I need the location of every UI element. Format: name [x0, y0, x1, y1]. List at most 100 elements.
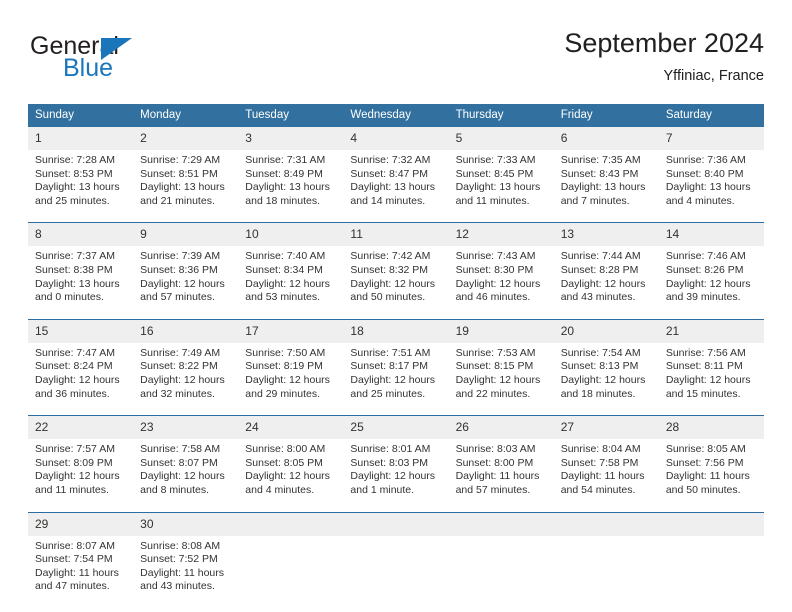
sunrise-text: Sunrise: 8:00 AM: [245, 443, 326, 456]
day-cell[interactable]: 14 Sunrise: 7:46 AM Sunset: 8:26 PM Dayligh…: [658, 222, 764, 307]
day-cell[interactable]: 26 Sunrise: 8:03 AM Sunset: 8:00 PM Dayligh…: [448, 415, 554, 500]
daylight-text-line2: and 46 minutes.: [455, 291, 531, 304]
weekday-header-row: Sunday Monday Tuesday Wednesday Thursday…: [28, 104, 764, 127]
day-details: Sunrise: 7:33 AM Sunset: 8:45 PM Daylight:…: [449, 150, 554, 210]
day-cell[interactable]: 13 Sunrise: 7:44 AM Sunset: 8:28 PM Dayligh…: [553, 222, 659, 307]
daylight-text-line1: Daylight: 12 hours: [560, 373, 646, 386]
day-cell[interactable]: 19 Sunrise: 7:53 AM Sunset: 8:15 PM Dayligh…: [448, 318, 554, 404]
sunset-text: Sunset: 8:45 PM: [455, 167, 534, 180]
day-number: 14: [658, 223, 764, 247]
day-cell[interactable]: 8 Sunrise: 7:37 AM Sunset: 8:38 PM Daylight…: [28, 222, 134, 307]
daylight-text-line1: Daylight: 12 hours: [35, 470, 120, 483]
weekday-header-sunday: Sunday: [28, 104, 134, 127]
daylight-text-line1: Daylight: 13 hours: [455, 181, 541, 194]
daylight-text-line2: and 57 minutes.: [140, 291, 215, 304]
day-cell[interactable]: 24 Sunrise: 8:00 AM Sunset: 8:05 PM Dayligh…: [238, 415, 344, 500]
daylight-text-line1: Daylight: 12 hours: [245, 373, 330, 386]
day-cell[interactable]: 3 Sunrise: 7:31 AM Sunset: 8:49 PM Daylight…: [238, 127, 344, 211]
week-row: 29 Sunrise: 8:07 AM Sunset: 7:54 PM Dayligh…: [28, 511, 764, 596]
week-spacer: [28, 210, 764, 223]
day-cell-empty: [448, 511, 554, 596]
day-cell[interactable]: 6 Sunrise: 7:35 AM Sunset: 8:43 PM Daylight…: [553, 127, 659, 211]
sunrise-text: Sunrise: 7:57 AM: [35, 443, 115, 456]
sunrise-text: Sunrise: 7:33 AM: [455, 154, 536, 166]
day-cell[interactable]: 25 Sunrise: 8:01 AM Sunset: 8:03 PM Dayligh…: [343, 415, 449, 500]
sunset-text: Sunset: 8:17 PM: [350, 360, 429, 373]
day-number: [448, 512, 554, 536]
daylight-text-line1: Daylight: 12 hours: [245, 470, 330, 483]
day-cell[interactable]: 28 Sunrise: 8:05 AM Sunset: 7:56 PM Dayligh…: [658, 415, 764, 500]
day-cell[interactable]: 30 Sunrise: 8:08 AM Sunset: 7:52 PM Dayligh…: [133, 511, 239, 596]
day-number: 3: [238, 127, 344, 150]
week-spacer: [28, 403, 764, 416]
daylight-text-line1: Daylight: 12 hours: [350, 373, 436, 386]
day-details: Sunrise: 7:43 AM Sunset: 8:30 PM Daylight:…: [449, 246, 554, 306]
day-details: Sunrise: 7:46 AM Sunset: 8:26 PM Daylight:…: [659, 246, 764, 306]
sunrise-text: Sunrise: 8:01 AM: [350, 443, 431, 456]
day-cell[interactable]: 23 Sunrise: 7:58 AM Sunset: 8:07 PM Dayligh…: [133, 415, 239, 500]
day-number: 5: [448, 127, 554, 150]
day-cell-empty: [553, 511, 659, 596]
sunset-text: Sunset: 8:11 PM: [665, 360, 743, 373]
calendar-page: General Blue September 2024 Yffiniac, Fr…: [0, 0, 792, 612]
weekday-header-thursday: Thursday: [448, 104, 554, 127]
day-cell[interactable]: 10 Sunrise: 7:40 AM Sunset: 8:34 PM Dayligh…: [238, 222, 344, 307]
sunset-text: Sunset: 8:05 PM: [245, 456, 323, 469]
day-cell[interactable]: 17 Sunrise: 7:50 AM Sunset: 8:19 PM Dayligh…: [238, 318, 344, 404]
daylight-text-line1: Daylight: 13 hours: [140, 181, 225, 194]
day-details: Sunrise: 7:35 AM Sunset: 8:43 PM Daylight:…: [554, 150, 659, 210]
daylight-text-line1: Daylight: 11 hours: [560, 470, 645, 483]
sunset-text: Sunset: 8:03 PM: [350, 456, 429, 469]
day-cell[interactable]: 4 Sunrise: 7:32 AM Sunset: 8:47 PM Daylight…: [343, 127, 449, 211]
day-details: Sunrise: 7:53 AM Sunset: 8:15 PM Daylight:…: [449, 343, 554, 403]
day-cell[interactable]: 21 Sunrise: 7:56 AM Sunset: 8:11 PM Dayligh…: [658, 318, 764, 404]
sunrise-text: Sunrise: 7:50 AM: [245, 346, 326, 359]
day-cell-empty: [343, 511, 449, 596]
weekday-header-tuesday: Tuesday: [238, 104, 344, 127]
day-cell[interactable]: 15 Sunrise: 7:47 AM Sunset: 8:24 PM Dayligh…: [28, 318, 134, 404]
sunrise-text: Sunrise: 7:42 AM: [350, 250, 431, 263]
day-cell[interactable]: 2 Sunrise: 7:29 AM Sunset: 8:51 PM Daylight…: [133, 127, 239, 211]
week-row: 22 Sunrise: 7:57 AM Sunset: 8:09 PM Dayligh…: [28, 415, 764, 500]
day-cell[interactable]: 12 Sunrise: 7:43 AM Sunset: 8:30 PM Dayligh…: [448, 222, 554, 307]
day-number: 17: [238, 319, 344, 343]
day-cell[interactable]: 20 Sunrise: 7:54 AM Sunset: 8:13 PM Dayligh…: [553, 318, 659, 404]
day-details: [343, 536, 448, 542]
sunrise-text: Sunrise: 7:43 AM: [455, 250, 536, 263]
day-details: Sunrise: 7:28 AM Sunset: 8:53 PM Daylight:…: [28, 150, 133, 210]
daylight-text-line2: and 50 minutes.: [350, 291, 426, 304]
day-cell[interactable]: 11 Sunrise: 7:42 AM Sunset: 8:32 PM Dayligh…: [343, 222, 449, 307]
daylight-text-line2: and 15 minutes.: [665, 387, 741, 400]
daylight-text-line1: Daylight: 12 hours: [665, 373, 751, 386]
day-details: Sunrise: 7:39 AM Sunset: 8:36 PM Daylight:…: [133, 246, 238, 306]
sunrise-text: Sunrise: 8:04 AM: [560, 443, 641, 456]
sunset-text: Sunset: 8:24 PM: [35, 360, 113, 373]
day-cell[interactable]: 5 Sunrise: 7:33 AM Sunset: 8:45 PM Daylight…: [448, 127, 554, 211]
sunset-text: Sunset: 8:40 PM: [665, 167, 744, 180]
sunrise-text: Sunrise: 7:32 AM: [350, 154, 431, 166]
day-details: Sunrise: 8:01 AM Sunset: 8:03 PM Daylight:…: [343, 439, 448, 499]
day-number: 13: [553, 223, 659, 247]
sunset-text: Sunset: 7:54 PM: [35, 553, 113, 566]
general-blue-logo: General Blue: [28, 32, 258, 92]
week-spacer: [28, 499, 764, 512]
daylight-text-line1: Daylight: 11 hours: [455, 470, 540, 483]
day-cell[interactable]: 7 Sunrise: 7:36 AM Sunset: 8:40 PM Daylight…: [658, 127, 764, 211]
daylight-text-line2: and 36 minutes.: [35, 387, 110, 400]
day-cell[interactable]: 16 Sunrise: 7:49 AM Sunset: 8:22 PM Dayligh…: [133, 318, 239, 404]
day-details: Sunrise: 8:08 AM Sunset: 7:52 PM Daylight:…: [133, 536, 238, 596]
sunset-text: Sunset: 8:15 PM: [455, 360, 534, 373]
day-details: Sunrise: 7:56 AM Sunset: 8:11 PM Daylight:…: [659, 343, 764, 403]
sunrise-text: Sunrise: 7:36 AM: [665, 154, 746, 166]
day-cell[interactable]: 1 Sunrise: 7:28 AM Sunset: 8:53 PM Daylight…: [28, 127, 134, 211]
day-cell[interactable]: 29 Sunrise: 8:07 AM Sunset: 7:54 PM Dayligh…: [28, 511, 134, 596]
daylight-text-line2: and 11 minutes.: [455, 194, 530, 207]
day-cell[interactable]: 18 Sunrise: 7:51 AM Sunset: 8:17 PM Dayligh…: [343, 318, 449, 404]
day-cell[interactable]: 9 Sunrise: 7:39 AM Sunset: 8:36 PM Daylight…: [133, 222, 239, 307]
sunset-text: Sunset: 8:38 PM: [35, 263, 113, 276]
day-details: Sunrise: 7:51 AM Sunset: 8:17 PM Daylight:…: [343, 343, 448, 403]
day-cell[interactable]: 27 Sunrise: 8:04 AM Sunset: 7:58 PM Dayligh…: [553, 415, 659, 500]
sunset-text: Sunset: 8:00 PM: [455, 456, 534, 469]
day-details: Sunrise: 7:32 AM Sunset: 8:47 PM Daylight:…: [343, 150, 448, 210]
day-cell[interactable]: 22 Sunrise: 7:57 AM Sunset: 8:09 PM Dayligh…: [28, 415, 134, 500]
